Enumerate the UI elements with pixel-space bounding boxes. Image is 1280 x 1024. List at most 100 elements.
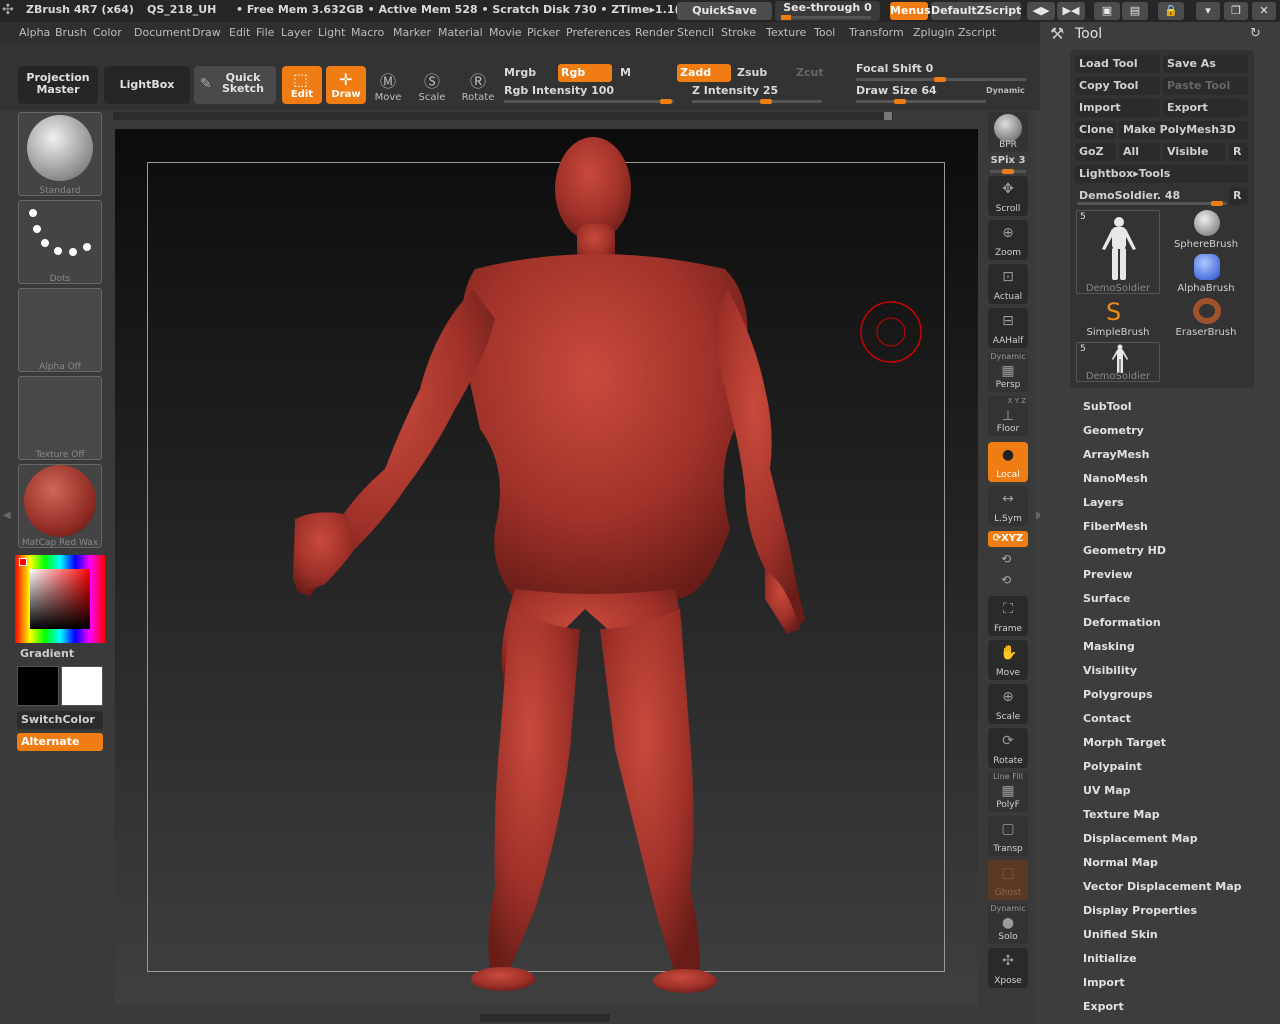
goz-r-button[interactable]: R [1229,143,1248,161]
menu-transform[interactable]: Transform [849,26,904,39]
menu-preferences[interactable]: Preferences [566,26,631,39]
draw-button[interactable]: ✛ Draw [326,66,366,104]
tool-item-demosoldier-small[interactable]: 5 DemoSoldier [1076,342,1160,382]
section-polypaint[interactable]: Polypaint [1083,760,1142,773]
menu-light[interactable]: Light [318,26,345,39]
section-arraymesh[interactable]: ArrayMesh [1083,448,1149,461]
menu-render[interactable]: Render [635,26,674,39]
rgb-button[interactable]: Rgb [558,64,612,82]
scroll-button[interactable]: ✥ Scroll [988,176,1028,216]
gradient-label[interactable]: Gradient [20,647,74,660]
spix-slider[interactable]: SPix 3 [988,155,1028,174]
section-subtool[interactable]: SubTool [1083,400,1132,413]
zsub-button[interactable]: Zsub [737,66,767,79]
alpha-picker[interactable]: Alpha Off [18,288,102,372]
polyf-button[interactable]: Line Fill ▦ PolyF [988,772,1028,812]
lightbox-tools-button[interactable]: Lightbox▸Tools [1075,165,1248,183]
draw-size-slider[interactable]: Draw Size 64 [856,84,986,104]
y-rotate-icon[interactable]: ⟲ [1001,552,1011,566]
tray-left-icon[interactable]: ◀▶ [1027,2,1055,20]
tool-item-simplebrush[interactable]: S SimpleBrush [1076,298,1160,340]
ghost-button[interactable]: ▢ Ghost [988,860,1028,900]
menu-brush[interactable]: Brush [55,26,87,39]
rotate-button[interactable]: Ⓡ Rotate [458,68,498,104]
dynamic-size-toggle[interactable]: Dynamic [986,86,1025,95]
lsym-button[interactable]: ↔ L.Sym [988,486,1028,526]
menu-picker[interactable]: Picker [527,26,560,39]
menu-document[interactable]: Document [134,26,191,39]
menu-draw[interactable]: Draw [192,26,221,39]
section-uv-map[interactable]: UV Map [1083,784,1131,797]
close-icon[interactable]: ✕ [1252,2,1276,20]
section-import[interactable]: Import [1083,976,1125,989]
menu-file[interactable]: File [256,26,274,39]
section-texture-map[interactable]: Texture Map [1083,808,1160,821]
edit-button[interactable]: ⬚ Edit [282,66,322,104]
current-tool-r-button[interactable]: R [1229,187,1248,205]
scale-view-button[interactable]: ⊕ Scale [988,684,1028,724]
copy-tool-button[interactable]: Copy Tool [1075,77,1160,95]
restore-icon[interactable]: ❐ [1224,2,1248,20]
menus-button[interactable]: Menus [890,2,931,20]
move-button[interactable]: Ⓜ Move [370,68,406,104]
clone-button[interactable]: Clone [1075,121,1116,139]
lock-icon[interactable]: 🔒 [1158,2,1184,20]
section-surface[interactable]: Surface [1083,592,1130,605]
bpr-button[interactable]: BPR [988,112,1028,152]
menu-edit[interactable]: Edit [229,26,250,39]
goz-button[interactable]: GoZ [1075,143,1116,161]
texture-picker[interactable]: Texture Off [18,376,102,460]
secondary-color-swatch[interactable] [61,666,103,706]
zcut-button[interactable]: Zcut [796,66,824,79]
focal-shift-slider[interactable]: Focal Shift 0 [856,62,1026,82]
lightbox-button[interactable]: LightBox [104,66,190,104]
brush-picker[interactable]: Standard [18,112,102,196]
section-polygroups[interactable]: Polygroups [1083,688,1153,701]
zadd-button[interactable]: Zadd [677,64,731,82]
xpose-button[interactable]: ✣ Xpose [988,948,1028,988]
section-normal-map[interactable]: Normal Map [1083,856,1158,869]
import-button[interactable]: Import [1075,99,1160,117]
switch-color-button[interactable]: SwitchColor [17,711,103,729]
projection-master-button[interactable]: Projection Master [18,66,98,104]
layout-icon[interactable]: ▣ [1094,2,1120,20]
menu-marker[interactable]: Marker [393,26,431,39]
section-fibermesh[interactable]: FiberMesh [1083,520,1148,533]
section-contact[interactable]: Contact [1083,712,1131,725]
menu-stroke[interactable]: Stroke [721,26,756,39]
mrgb-button[interactable]: Mrgb [504,66,536,79]
section-layers[interactable]: Layers [1083,496,1124,509]
z-rotate-icon[interactable]: ⟲ [1001,573,1011,587]
transp-button[interactable]: ▢ Transp [988,816,1028,856]
demo-soldier-model[interactable] [115,129,978,1005]
section-nanomesh[interactable]: NanoMesh [1083,472,1148,485]
zoom-button[interactable]: ⊕ Zoom [988,220,1028,260]
stroke-picker[interactable]: Dots [18,200,102,284]
color-picker[interactable] [15,555,105,643]
paste-tool-button[interactable]: Paste Tool [1163,77,1248,95]
tool-item-alphabrush[interactable]: AlphaBrush [1164,254,1248,296]
alternate-button[interactable]: Alternate [17,733,103,751]
section-preview[interactable]: Preview [1083,568,1133,581]
color-square[interactable] [30,569,90,629]
section-geometry[interactable]: Geometry [1083,424,1144,437]
tray-right-icon[interactable]: ▶◀ [1057,2,1085,20]
section-deformation[interactable]: Deformation [1083,616,1161,629]
section-displacement-map[interactable]: Displacement Map [1083,832,1198,845]
section-vector-displacement-map[interactable]: Vector Displacement Map [1083,880,1242,893]
solo-button[interactable]: Dynamic ● Solo [988,904,1028,944]
menu-zplugin[interactable]: Zplugin [913,26,955,39]
xyz-button[interactable]: ⟳XYZ [988,531,1028,547]
m-button[interactable]: M [620,66,631,79]
menu-movie[interactable]: Movie [489,26,522,39]
export-button[interactable]: Export [1163,99,1248,117]
section-geometry-hd[interactable]: Geometry HD [1083,544,1166,557]
local-button[interactable]: ● Local [988,442,1028,482]
minimize-icon[interactable]: ▾ [1196,2,1220,20]
menu-tool[interactable]: Tool [814,26,835,39]
menu-layer[interactable]: Layer [281,26,312,39]
save-as-button[interactable]: Save As [1163,55,1248,73]
floor-button[interactable]: X Y Z ⊥ Floor [988,396,1028,436]
frame-button[interactable]: ⛶ Frame [988,596,1028,636]
refresh-icon[interactable]: ↻ [1250,26,1261,41]
